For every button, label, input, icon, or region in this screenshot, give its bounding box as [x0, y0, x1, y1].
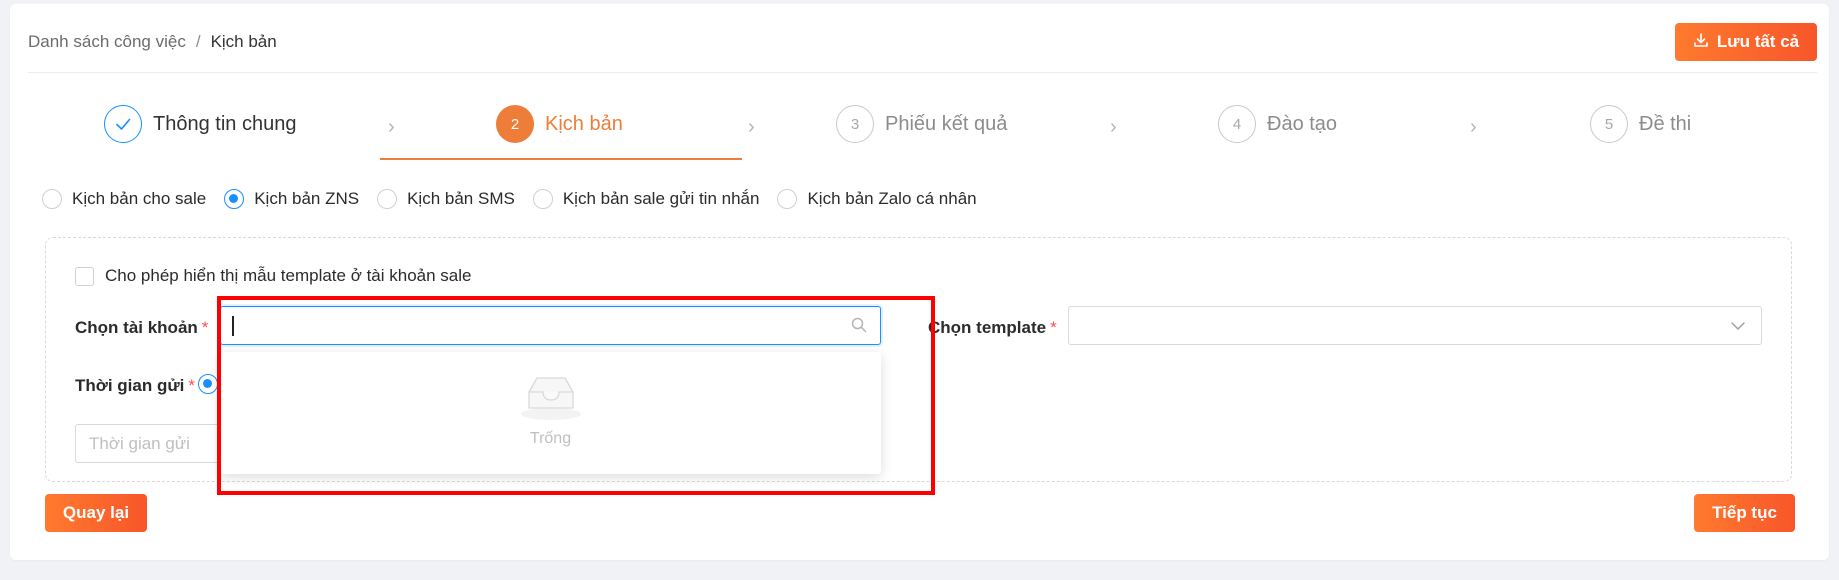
- radio-option-zns[interactable]: Kịch bản ZNS: [224, 189, 359, 209]
- chevron-down-icon: [1729, 317, 1747, 340]
- radio-option-sms[interactable]: Kịch bản SMS: [377, 189, 515, 209]
- step-check-icon: [104, 105, 142, 143]
- step-label: Phiếu kết quả: [885, 112, 1008, 135]
- send-time-input[interactable]: Thời gian gửi: [75, 424, 235, 463]
- step-training[interactable]: 4 Đào tạo: [1218, 100, 1337, 148]
- send-time-label-text: Thời gian gửi: [75, 376, 185, 395]
- radio-option-sale[interactable]: Kịch bản cho sale: [42, 189, 206, 209]
- allow-template-label: Cho phép hiển thị mẫu template ở tài kho…: [105, 266, 472, 285]
- step-number: 4: [1218, 105, 1256, 143]
- header-divider: [28, 72, 1817, 73]
- radio-option-zalo-personal[interactable]: Kịch bản Zalo cá nhân: [777, 189, 977, 209]
- step-label: Kịch bản: [545, 112, 623, 135]
- account-label: Chọn tài khoản *: [75, 318, 208, 338]
- page-card: Danh sách công việc / Kịch bản Lưu tất c…: [10, 4, 1829, 560]
- template-label: Chọn template *: [928, 318, 1057, 338]
- back-button[interactable]: Quay lại: [45, 494, 147, 532]
- step-number: 2: [496, 105, 534, 143]
- step-chevron-icon: ›: [1110, 116, 1117, 138]
- radio-label: Kịch bản SMS: [407, 189, 515, 208]
- step-label: Đề thi: [1639, 112, 1692, 135]
- radio-button[interactable]: [377, 189, 398, 209]
- step-label: Thông tin chung: [153, 112, 297, 135]
- radio-label: Kịch bản ZNS: [254, 189, 360, 208]
- step-chevron-icon: ›: [388, 116, 395, 138]
- breadcrumb-parent-link[interactable]: Danh sách công việc: [28, 32, 186, 52]
- radio-button[interactable]: [532, 189, 553, 209]
- active-step-underline: [380, 158, 742, 160]
- step-chevron-icon: ›: [1470, 116, 1477, 138]
- required-mark: *: [201, 318, 209, 337]
- required-mark: *: [188, 376, 196, 395]
- allow-template-checkbox-row[interactable]: Cho phép hiển thị mẫu template ở tài kho…: [75, 266, 472, 286]
- breadcrumb: Danh sách công việc / Kịch bản: [28, 32, 277, 52]
- step-chevron-icon: ›: [748, 116, 755, 138]
- step-result-form[interactable]: 3 Phiếu kết quả: [836, 100, 1007, 148]
- step-exam[interactable]: 5 Đề thi: [1590, 100, 1691, 148]
- radio-button[interactable]: [777, 189, 798, 209]
- download-icon: [1693, 32, 1709, 53]
- step-number: 3: [836, 105, 874, 143]
- step-general-info[interactable]: Thông tin chung: [104, 100, 296, 148]
- template-select[interactable]: [1068, 306, 1762, 345]
- required-mark: *: [1050, 318, 1057, 337]
- highlight-box: [217, 296, 935, 495]
- radio-label: Kịch bản sale gửi tin nhắn: [562, 189, 760, 208]
- step-label: Đào tạo: [1267, 112, 1338, 135]
- step-number: 5: [1590, 105, 1628, 143]
- allow-template-checkbox[interactable]: [75, 266, 94, 286]
- account-label-text: Chọn tài khoản: [75, 318, 198, 337]
- next-button[interactable]: Tiếp tục: [1694, 494, 1795, 532]
- save-all-label: Lưu tất cả: [1716, 32, 1800, 51]
- breadcrumb-separator: /: [195, 32, 201, 51]
- step-script[interactable]: 2 Kịch bản: [496, 100, 623, 148]
- radio-label: Kịch bản Zalo cá nhân: [807, 189, 977, 208]
- send-time-radio[interactable]: [198, 374, 218, 394]
- radio-button[interactable]: [42, 189, 62, 209]
- send-time-label: Thời gian gửi *: [75, 376, 195, 396]
- radio-label: Kịch bản cho sale: [72, 189, 207, 208]
- radio-button[interactable]: [224, 189, 245, 209]
- save-all-button[interactable]: Lưu tất cả: [1675, 23, 1817, 61]
- script-type-radio-group: Kịch bản cho sale Kịch bản ZNS Kịch bản …: [42, 189, 995, 209]
- radio-option-sale-message[interactable]: Kịch bản sale gửi tin nhắn: [532, 189, 760, 209]
- template-label-text: Chọn template: [928, 318, 1047, 337]
- breadcrumb-current: Kịch bản: [210, 32, 277, 51]
